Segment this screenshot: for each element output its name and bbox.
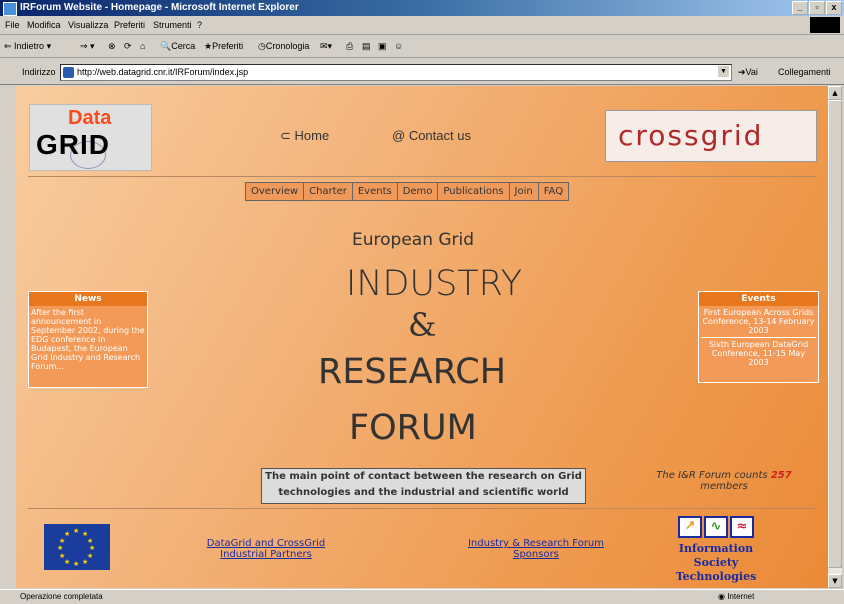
nav-events[interactable]: Events bbox=[353, 183, 398, 200]
menu-modifica[interactable]: Modifica bbox=[27, 20, 61, 30]
news-panel: News After the first announcement in Sep… bbox=[28, 291, 148, 388]
datagrid-logo[interactable]: Data GRID bbox=[29, 104, 152, 171]
security-zone: ◉ Internet bbox=[718, 592, 755, 601]
divider bbox=[28, 508, 816, 509]
window-title: IRForum Website - Homepage - Microsoft I… bbox=[20, 2, 299, 13]
chart-icon: ∿ bbox=[704, 516, 728, 538]
browser-toolbar: ⇐ Indietro ▾ ⇒ ▾ ⊗ ⟳ ⌂ 🔍Cerca ★Preferiti… bbox=[0, 35, 844, 58]
nav-faq[interactable]: FAQ bbox=[539, 183, 568, 200]
main-contact-box: The main point of contact between the re… bbox=[261, 468, 586, 504]
news-heading: News bbox=[29, 292, 147, 306]
sponsors-link[interactable]: Industry & Research Forum Sponsors bbox=[456, 538, 616, 560]
page-title-line2: INDUSTRY bbox=[346, 264, 523, 304]
windows-logo-icon bbox=[810, 17, 840, 33]
messenger-icon[interactable]: ☺ bbox=[394, 41, 403, 51]
scroll-down-icon[interactable]: ▼ bbox=[828, 574, 842, 588]
nav-overview[interactable]: Overview bbox=[246, 183, 305, 200]
minimize-button[interactable]: _ bbox=[792, 1, 808, 15]
events-panel: Events First European Across Grids Confe… bbox=[698, 291, 819, 383]
restore-button[interactable]: ▫ bbox=[809, 1, 825, 15]
arrow-icon: ↗ bbox=[678, 516, 702, 538]
event-item[interactable]: Sixth European DataGrid Conference, 11-1… bbox=[701, 340, 816, 367]
print-icon[interactable]: ⎙ bbox=[346, 41, 353, 52]
contact-us-link[interactable]: @ Contact us bbox=[392, 128, 471, 143]
partners-link[interactable]: DataGrid and CrossGrid Industrial Partne… bbox=[196, 538, 336, 560]
menu-preferiti[interactable]: Preferiti bbox=[114, 20, 145, 30]
links-button[interactable]: Collegamenti bbox=[778, 67, 831, 77]
scroll-thumb[interactable] bbox=[828, 100, 842, 568]
member-count: The I&R Forum counts 257 members bbox=[656, 470, 792, 492]
close-button[interactable]: x bbox=[826, 1, 842, 15]
page-icon bbox=[63, 67, 74, 78]
mail-icon[interactable]: ✉▾ bbox=[320, 41, 332, 52]
status-text: Operazione completata bbox=[20, 592, 103, 601]
menu-visualizza[interactable]: Visualizza bbox=[68, 20, 108, 30]
address-url: http://web.datagrid.cnr.it/IRForum/index… bbox=[77, 67, 249, 77]
window-controls: _ ▫ x bbox=[792, 1, 842, 15]
refresh-icon[interactable]: ⟳ bbox=[124, 41, 132, 52]
nav-demo[interactable]: Demo bbox=[398, 183, 439, 200]
address-label: Indirizzo bbox=[22, 67, 56, 77]
event-divider bbox=[701, 337, 816, 338]
stop-icon[interactable]: ⊗ bbox=[108, 41, 116, 52]
nav-join[interactable]: Join bbox=[510, 183, 539, 200]
edit-icon[interactable]: ▤ bbox=[362, 41, 371, 52]
section-nav: Overview Charter Events Demo Publication… bbox=[245, 182, 570, 201]
address-input[interactable]: http://web.datagrid.cnr.it/IRForum/index… bbox=[60, 64, 732, 81]
go-button[interactable]: ➔Vai bbox=[738, 67, 758, 78]
member-count-number: 257 bbox=[770, 470, 792, 481]
history-button[interactable]: ◷Cronologia bbox=[258, 41, 309, 52]
scroll-up-icon[interactable]: ▲ bbox=[828, 86, 842, 100]
menu-help[interactable]: ? bbox=[197, 20, 202, 30]
datagrid-logo-data: Data bbox=[68, 107, 112, 129]
search-button[interactable]: 🔍Cerca bbox=[160, 41, 195, 52]
address-bar: Indirizzo http://web.datagrid.cnr.it/IRF… bbox=[0, 58, 844, 85]
nav-charter[interactable]: Charter bbox=[304, 183, 353, 200]
events-heading: Events bbox=[699, 292, 818, 306]
page-title-line1: European Grid bbox=[352, 230, 475, 250]
wave-icon: ≈ bbox=[730, 516, 754, 538]
address-dropdown-icon[interactable]: ▼ bbox=[718, 66, 729, 77]
page-title-line5: FORUM bbox=[349, 408, 477, 448]
nav-publications[interactable]: Publications bbox=[438, 183, 510, 200]
datagrid-logo-grid: GRID bbox=[36, 129, 110, 160]
left-frame-border bbox=[0, 86, 16, 588]
event-item[interactable]: First European Across Grids Conference, … bbox=[701, 308, 816, 335]
ie-app-icon bbox=[3, 2, 17, 16]
status-bar: Operazione completata ◉ Internet bbox=[0, 589, 844, 604]
divider bbox=[28, 176, 816, 177]
back-button[interactable]: ⇐ Indietro ▾ bbox=[4, 41, 51, 52]
eu-flag-icon: ★ ★ ★ ★ ★ ★ ★ ★ ★ ★ ★ ★ bbox=[44, 524, 110, 570]
forward-button[interactable]: ⇒ ▾ bbox=[80, 41, 95, 52]
menu-bar: File Modifica Visualizza Preferiti Strum… bbox=[0, 16, 844, 35]
news-body[interactable]: After the first announcement in Septembe… bbox=[29, 306, 147, 373]
menu-file[interactable]: File bbox=[5, 20, 20, 30]
home-icon[interactable]: ⌂ bbox=[140, 41, 145, 51]
page-viewport: Data GRID ⊂ Home @ Contact us crossgrid … bbox=[16, 86, 828, 588]
discuss-icon[interactable]: ▣ bbox=[378, 41, 387, 52]
vertical-scrollbar[interactable]: ▲ ▼ bbox=[828, 86, 842, 588]
page-title-line3: & bbox=[408, 306, 437, 344]
favorites-button[interactable]: ★Preferiti bbox=[204, 41, 243, 52]
crossgrid-logo[interactable]: crossgrid bbox=[605, 110, 817, 162]
window-title-bar[interactable]: IRForum Website - Homepage - Microsoft I… bbox=[0, 0, 844, 16]
home-link[interactable]: ⊂ Home bbox=[280, 128, 329, 144]
ist-logo[interactable]: ↗ ∿ ≈ Information Society Technologies bbox=[668, 516, 764, 583]
menu-strumenti[interactable]: Strumenti bbox=[153, 20, 192, 30]
page-title-line4: RESEARCH bbox=[318, 352, 507, 392]
